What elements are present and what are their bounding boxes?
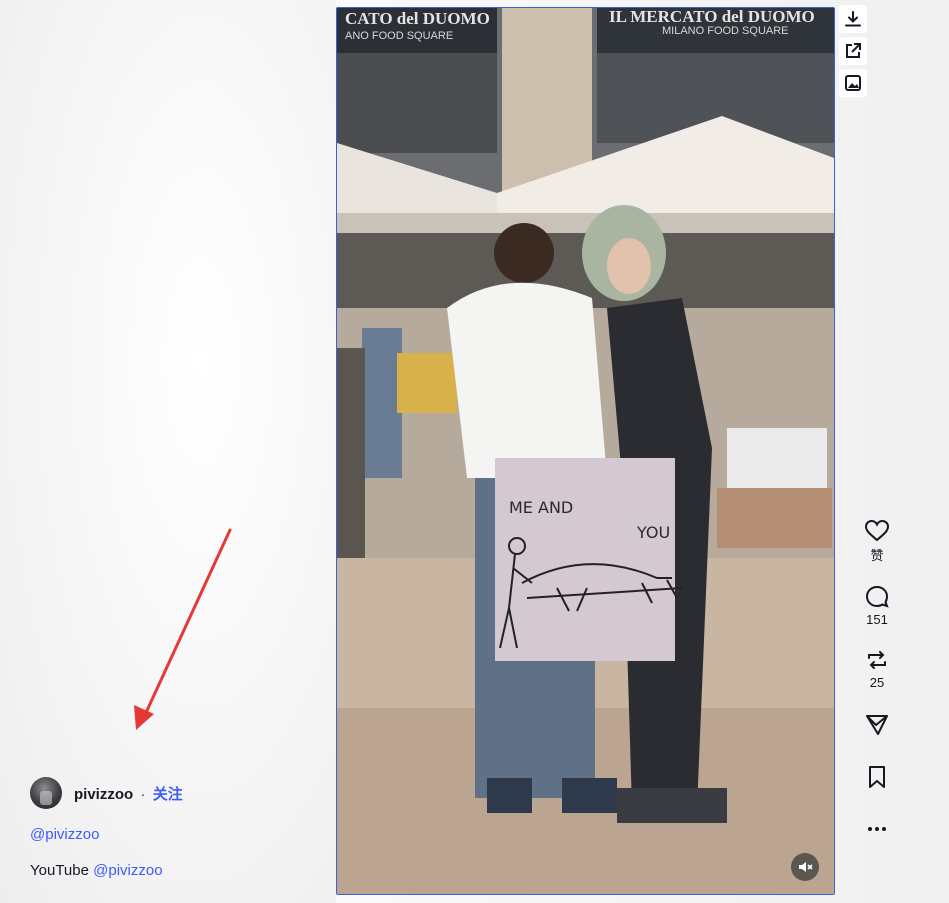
repost-action[interactable]: 25 xyxy=(857,647,897,690)
left-background-panel xyxy=(0,0,336,903)
paper-text-you: YOU xyxy=(636,523,670,542)
image-icon xyxy=(845,75,861,91)
share-icon xyxy=(866,715,888,735)
comment-count: 151 xyxy=(866,612,888,627)
like-action[interactable]: 赞 xyxy=(857,519,897,564)
heart-icon xyxy=(864,519,890,542)
open-external-icon xyxy=(846,43,861,58)
more-action[interactable] xyxy=(857,816,897,842)
sign-right-text: IL MERCATO del DUOMO xyxy=(609,8,815,26)
separator-dot: · xyxy=(140,785,146,802)
like-label: 赞 xyxy=(870,548,884,563)
bookmark-action[interactable] xyxy=(857,764,897,790)
youtube-handle-link[interactable]: @pivizzoo xyxy=(93,862,162,879)
author-name[interactable]: pivizzoo xyxy=(74,786,133,803)
annotation-arrow xyxy=(134,528,232,730)
open-external-button[interactable] xyxy=(839,37,867,65)
sign-left-sub: ANO FOOD SQUARE xyxy=(345,30,453,42)
mute-button[interactable] xyxy=(791,853,819,881)
download-button[interactable] xyxy=(839,5,867,33)
author-row: pivizzoo · 关注 xyxy=(30,777,183,809)
share-action[interactable] xyxy=(857,712,897,738)
comment-action[interactable]: 151 xyxy=(857,584,897,627)
follow-button[interactable]: 关注 xyxy=(153,786,183,803)
image-button[interactable] xyxy=(839,69,867,97)
video-frame: CATO del DUOMO ANO FOOD SQUARE IL MERCAT… xyxy=(337,8,834,894)
description-youtube-line: YouTube @pivizzoo xyxy=(30,862,163,879)
sign-left-text: CATO del DUOMO xyxy=(345,9,490,28)
sign-right-sub: MILANO FOOD SQUARE xyxy=(662,25,789,37)
video-player[interactable]: CATO del DUOMO ANO FOOD SQUARE IL MERCAT… xyxy=(336,7,835,895)
muted-speaker-icon xyxy=(799,862,813,872)
avatar[interactable] xyxy=(30,777,62,809)
comment-icon xyxy=(865,585,889,608)
description-handle-link[interactable]: @pivizzoo xyxy=(30,826,99,843)
youtube-prefix: YouTube xyxy=(30,862,89,879)
repost-icon xyxy=(868,651,886,669)
repost-count: 25 xyxy=(869,675,885,690)
author-info: pivizzoo · 关注 xyxy=(74,783,183,804)
more-icon xyxy=(868,827,886,831)
download-icon xyxy=(845,11,861,27)
bookmark-icon xyxy=(869,766,885,788)
paper-text-me-and: ME AND xyxy=(509,498,573,517)
